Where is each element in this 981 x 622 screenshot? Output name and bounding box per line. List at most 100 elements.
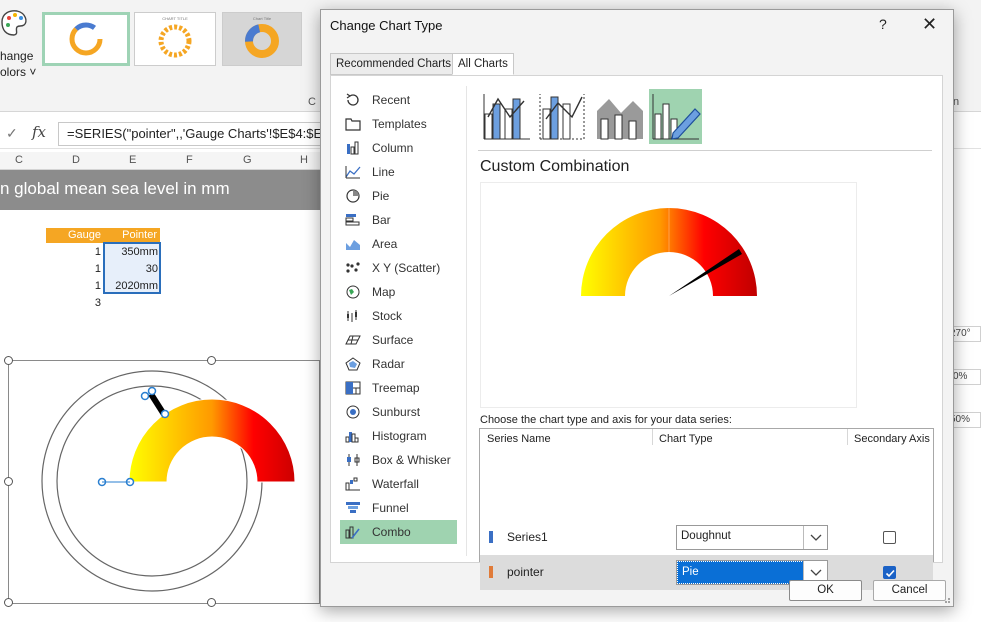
checkmark-icon — [885, 569, 895, 578]
chart-type-list: Recent Templates Column Line Pie Bar Are… — [340, 88, 457, 544]
column-header[interactable]: H — [300, 154, 308, 166]
chart-type-sunburst[interactable]: Sunburst — [340, 400, 457, 424]
chart-type-waterfall[interactable]: Waterfall — [340, 472, 457, 496]
radar-chart-icon — [345, 357, 361, 371]
tab-recommended-charts[interactable]: Recommended Charts — [330, 53, 458, 75]
chart-type-label: Recent — [372, 93, 411, 107]
thumbnail-title: Chart Title — [252, 16, 272, 21]
combo-subtype-1-icon — [483, 94, 530, 140]
resize-handle[interactable] — [4, 477, 13, 486]
gauge-cell[interactable]: 1 — [60, 244, 101, 261]
chevron-down-icon[interactable] — [803, 526, 827, 549]
gauge-cell[interactable]: 3 — [60, 295, 101, 312]
line-chart-icon — [345, 166, 361, 179]
chart-type-templates[interactable]: Templates — [340, 112, 457, 136]
sheet-title-band: n global mean sea level in mm — [0, 170, 320, 210]
series-row-pointer[interactable]: pointer Pie — [480, 555, 933, 590]
chart-style-thumbnail-2[interactable]: CHART TITLE — [134, 12, 216, 66]
column-header[interactable]: G — [243, 154, 252, 166]
combo-chart-icon — [345, 526, 360, 539]
resize-handle[interactable] — [4, 356, 13, 365]
chart-type-line[interactable]: Line — [340, 160, 457, 184]
gauge-cell[interactable]: 1 — [60, 261, 101, 278]
chart-type-label: Radar — [372, 357, 405, 371]
subtype-custom-combination[interactable] — [649, 89, 702, 144]
chart-type-surface[interactable]: Surface — [340, 328, 457, 352]
combo-subtype-3-icon — [597, 99, 643, 140]
chart-preview — [480, 182, 857, 408]
change-colors-button[interactable]: hange olors ˅ — [0, 48, 36, 80]
resize-handle[interactable] — [4, 598, 13, 607]
gauge-header-cell[interactable]: Gauge — [46, 228, 104, 243]
chart-type-area[interactable]: Area — [340, 232, 457, 256]
palette-icon[interactable] — [0, 8, 30, 38]
series-row-series1[interactable]: Series1 Doughnut — [480, 520, 933, 555]
chart-type-label: Waterfall — [372, 477, 419, 491]
chart-type-radar[interactable]: Radar — [340, 352, 457, 376]
gauge-chart-object[interactable] — [8, 360, 320, 604]
pointer-cell[interactable]: 2020mm — [104, 278, 158, 295]
chart-type-stock[interactable]: Stock — [340, 304, 457, 328]
chart-type-label: Funnel — [372, 501, 409, 515]
pointer-cell[interactable]: 350mm — [104, 244, 158, 261]
resize-grip-icon[interactable] — [943, 596, 951, 604]
treemap-chart-icon — [345, 381, 361, 395]
subtype-column-line-secondary-axis[interactable] — [536, 89, 589, 144]
chart-type-histogram[interactable]: Histogram — [340, 424, 457, 448]
chart-type-combo[interactable]: Combo — [340, 520, 457, 544]
resize-handle[interactable] — [207, 598, 216, 607]
chart-type-label: Sunburst — [372, 405, 421, 419]
chart-type-funnel[interactable]: Funnel — [340, 496, 457, 520]
change-chart-type-dialog: Change Chart Type ? ✕ Recommended Charts… — [320, 9, 954, 607]
chart-type-scatter[interactable]: X Y (Scatter) — [340, 256, 457, 280]
column-separator — [652, 429, 653, 445]
cancel-button[interactable]: Cancel — [873, 580, 946, 601]
column-separator — [847, 429, 848, 445]
subtype-stacked-area-column[interactable] — [593, 89, 646, 144]
chart-type-box-whisker[interactable]: Box & Whisker — [340, 448, 457, 472]
help-icon[interactable]: ? — [879, 16, 887, 32]
all-charts-panel: Recent Templates Column Line Pie Bar Are… — [330, 75, 943, 590]
chart-type-value: Doughnut — [681, 530, 731, 542]
subtype-clustered-column-line[interactable] — [480, 89, 533, 144]
column-chart-icon — [347, 141, 359, 155]
combo-subtype-2-icon — [539, 94, 585, 140]
chart-type-recent[interactable]: Recent — [340, 88, 457, 112]
chart-style-thumbnail-1[interactable] — [42, 12, 130, 66]
series-table: Series Name Chart Type Secondary Axis Se… — [479, 428, 934, 590]
gauge-cell[interactable]: 1 — [60, 278, 101, 295]
thumbnail-title: CHART TITLE — [162, 16, 188, 21]
chart-type-bar[interactable]: Bar — [340, 208, 457, 232]
column-header[interactable]: F — [186, 154, 193, 166]
chart-type-header: Chart Type — [659, 433, 713, 445]
column-header[interactable]: D — [72, 154, 80, 166]
chart-type-column[interactable]: Column — [340, 136, 457, 160]
ribbon-group-label: C — [308, 96, 316, 108]
gauge-preview-chart — [581, 208, 757, 296]
chart-type-label: Pie — [372, 189, 390, 203]
resize-handle[interactable] — [207, 356, 216, 365]
chart-type-dropdown[interactable]: Doughnut — [676, 525, 828, 550]
chart-type-treemap[interactable]: Treemap — [340, 376, 457, 400]
series-color-swatch — [489, 566, 493, 578]
secondary-axis-checkbox[interactable] — [883, 566, 896, 579]
chart-type-map[interactable]: Map — [340, 280, 457, 304]
formula-input[interactable]: =SERIES("pointer",,'Gauge Charts'!$E$4:$… — [58, 122, 328, 146]
chart-style-thumbnail-3[interactable]: Chart Title — [222, 12, 302, 66]
secondary-axis-checkbox[interactable] — [883, 531, 896, 544]
pointer-cell[interactable]: 30 — [104, 261, 158, 278]
chart-type-label: Line — [372, 165, 395, 179]
column-header[interactable]: E — [129, 154, 136, 166]
chart-type-label: Combo — [372, 525, 411, 539]
ok-button[interactable]: OK — [789, 580, 862, 601]
column-header[interactable]: C — [15, 154, 23, 166]
custom-combo-pencil-icon — [652, 94, 701, 140]
gauge-chart-drawing — [41, 370, 296, 592]
chart-type-pie[interactable]: Pie — [340, 184, 457, 208]
pointer-header-cell[interactable]: Pointer — [104, 228, 160, 243]
insert-function-icon[interactable]: fx — [32, 123, 46, 141]
subtype-title: Custom Combination — [480, 158, 630, 175]
tab-all-charts[interactable]: All Charts — [452, 53, 514, 75]
close-icon[interactable]: ✕ — [922, 14, 937, 35]
enter-check-icon[interactable]: ✓ — [6, 125, 18, 142]
